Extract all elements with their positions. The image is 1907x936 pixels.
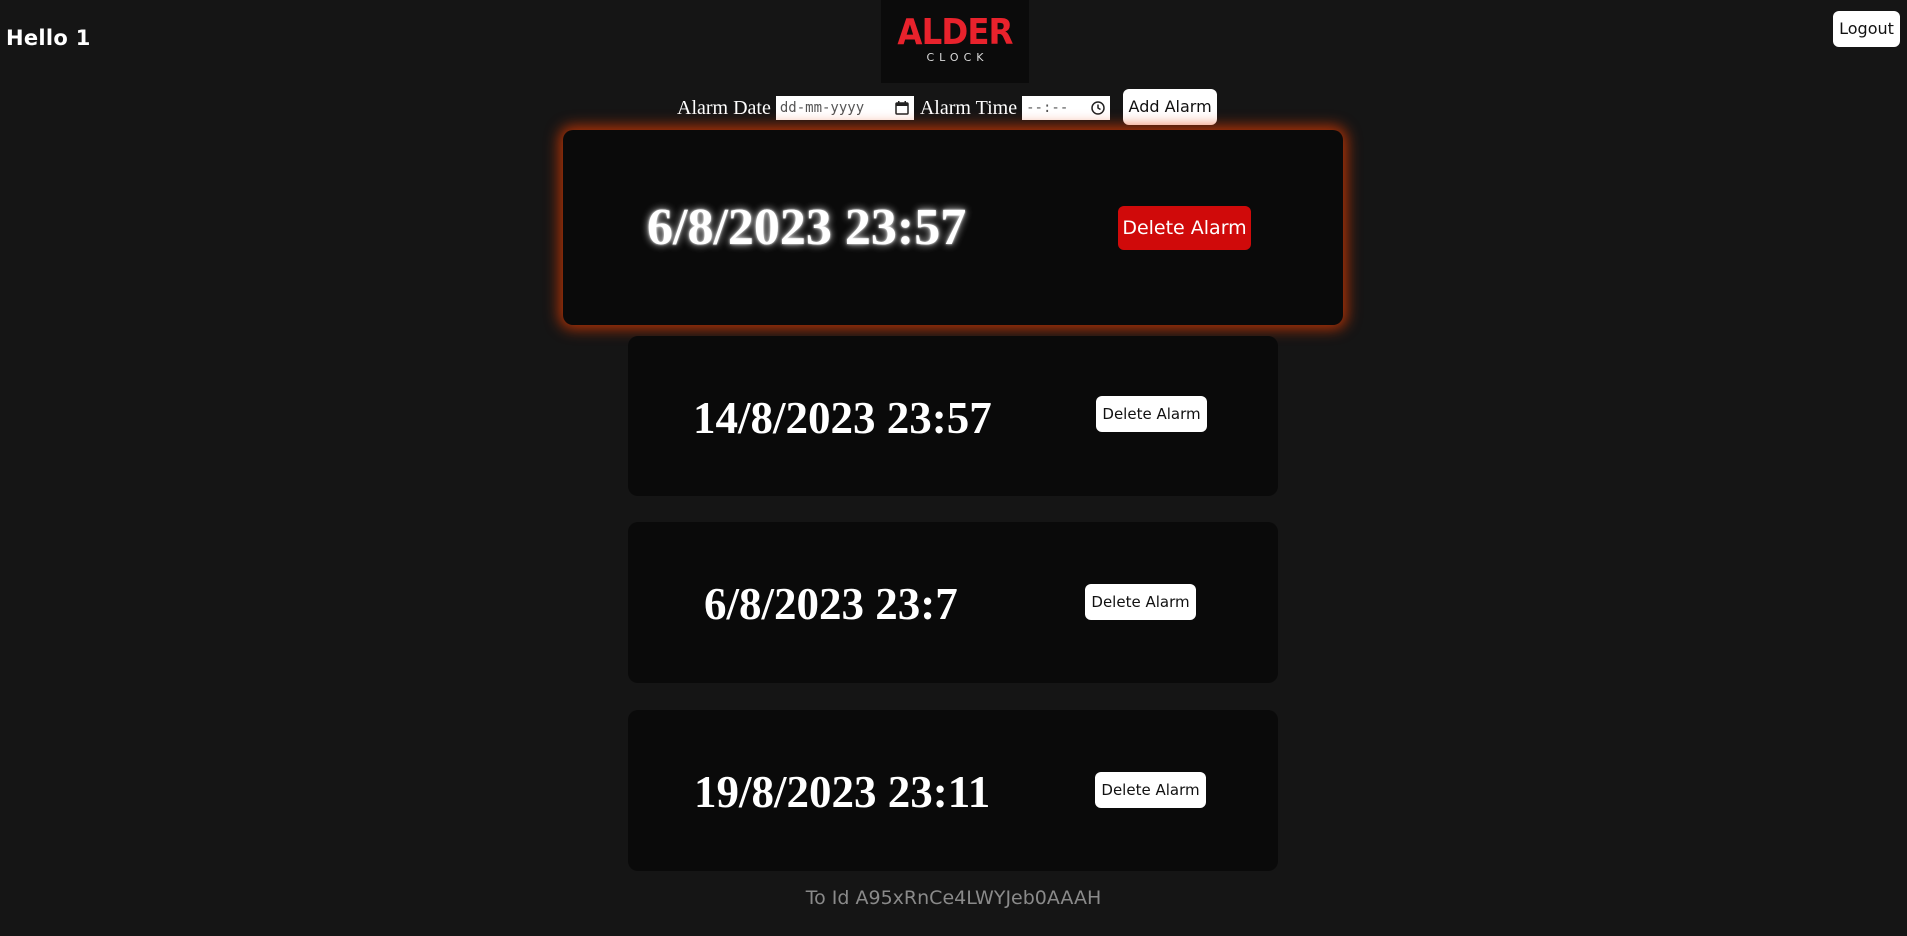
add-alarm-button[interactable]: Add Alarm bbox=[1123, 88, 1218, 125]
calendar-icon[interactable] bbox=[894, 100, 910, 116]
alarm-card: 6/8/2023 23:57 Delete Alarm bbox=[563, 130, 1343, 325]
add-alarm-form: Alarm Date dd-mm-yyyy Alarm Time --:-- A… bbox=[677, 88, 1218, 126]
delete-alarm-button[interactable]: Delete Alarm bbox=[1096, 396, 1207, 432]
alarm-datetime: 6/8/2023 23:7 bbox=[704, 579, 958, 629]
delete-alarm-button[interactable]: Delete Alarm bbox=[1095, 772, 1206, 808]
alarm-card: 19/8/2023 23:11 Delete Alarm bbox=[628, 710, 1278, 871]
alarm-card: 6/8/2023 23:7 Delete Alarm bbox=[628, 522, 1278, 683]
socket-id-text: To Id A95xRnCe4LWYJeb0AAAH bbox=[805, 887, 1102, 909]
alarm-date-label: Alarm Date bbox=[677, 96, 771, 119]
alarm-card: 14/8/2023 23:57 Delete Alarm bbox=[628, 336, 1278, 496]
alarm-datetime: 19/8/2023 23:11 bbox=[694, 767, 991, 817]
delete-alarm-button[interactable]: Delete Alarm bbox=[1118, 206, 1251, 250]
alarm-datetime: 14/8/2023 23:57 bbox=[693, 393, 992, 443]
alarm-time-label: Alarm Time bbox=[919, 96, 1018, 119]
alarm-datetime: 6/8/2023 23:57 bbox=[647, 199, 967, 256]
logo-main-text: ALDER bbox=[897, 12, 1013, 53]
app-logo: ALDER CLOCK bbox=[881, 0, 1029, 83]
logout-button[interactable]: Logout bbox=[1833, 11, 1900, 47]
alarm-date-placeholder: dd-mm-yyyy bbox=[779, 100, 865, 116]
clock-icon[interactable] bbox=[1090, 100, 1106, 116]
alarm-time-input[interactable]: --:-- bbox=[1022, 96, 1111, 120]
alarm-date-input[interactable]: dd-mm-yyyy bbox=[775, 96, 914, 120]
logo-sub-text: CLOCK bbox=[926, 51, 989, 64]
alarm-time-placeholder: --:-- bbox=[1026, 100, 1069, 116]
delete-alarm-button[interactable]: Delete Alarm bbox=[1085, 584, 1196, 620]
greeting-text: Hello 1 bbox=[6, 26, 91, 50]
